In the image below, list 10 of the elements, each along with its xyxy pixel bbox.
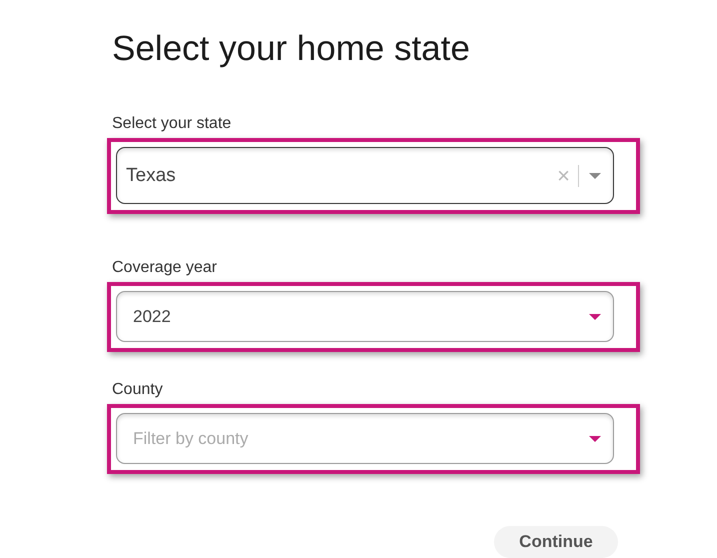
caret-icon [589,172,601,178]
page-title: Select your home state [112,28,471,70]
caret-icon [589,314,601,320]
field-label: County [112,380,164,400]
dropdown-field[interactable]: Texas × [116,147,614,204]
field-label: Coverage year [112,258,218,278]
caret-icon [589,436,601,442]
continue-button[interactable]: Continue [494,526,618,558]
dropdown-field[interactable]: 2022 [116,291,614,342]
field-label: Select your state [112,114,232,134]
